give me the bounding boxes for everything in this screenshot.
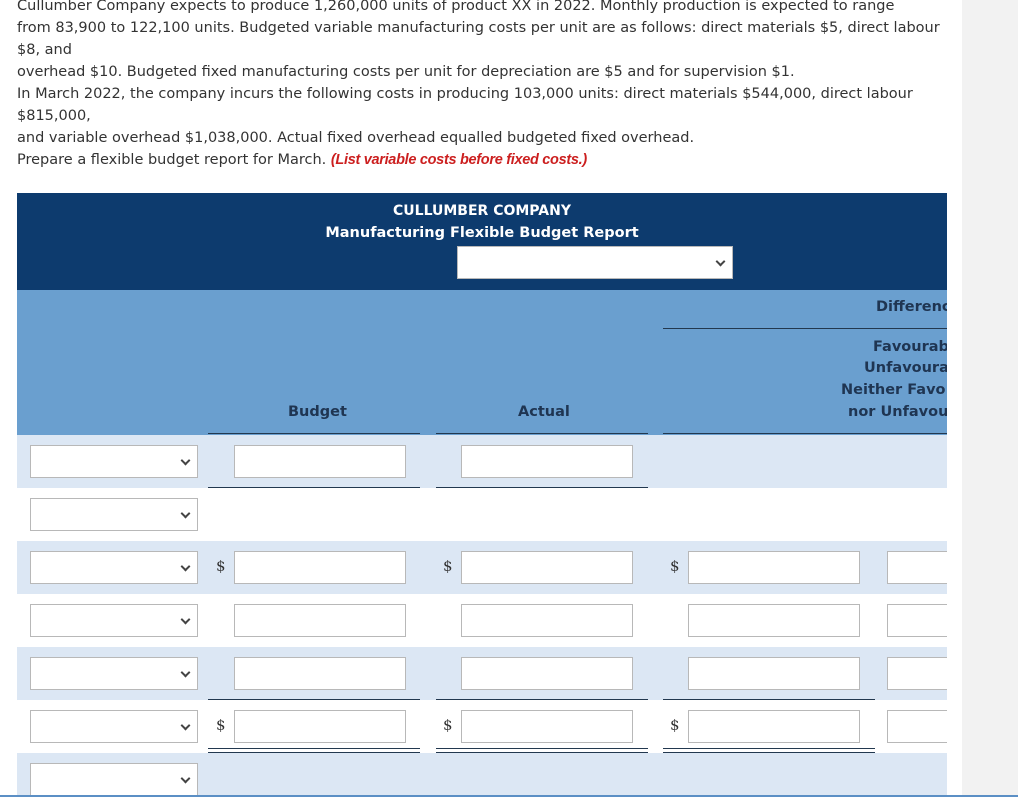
period-select[interactable] [457,246,733,279]
account-select[interactable] [30,604,198,637]
budget-input[interactable] [234,604,406,637]
currency-sign: $ [670,557,680,575]
instruction: Prepare a flexible budget report for Mar… [17,152,327,168]
budget-input[interactable] [234,445,406,478]
report-header: CULLUMBER COMPANY Manufacturing Flexible… [17,193,947,290]
budget-input[interactable] [234,551,406,584]
account-select[interactable] [30,763,198,796]
table-row [17,647,947,700]
actual-input[interactable] [461,551,633,584]
problem-text-1: Cullumber Company expects to produce 1,2… [17,0,952,83]
col-fav-label-3: Neither Favo [841,382,946,398]
chevron-down-icon [180,614,191,624]
favourability-select[interactable] [887,710,947,743]
table-row [17,753,947,797]
col-fav-label-1: Favourab [873,339,947,355]
instruction-text: Prepare a flexible budget report for Mar… [17,149,952,171]
instruction-hint: (List variable costs before fixed costs.… [330,152,587,168]
account-select[interactable] [30,445,198,478]
col-actual-label: Actual [518,404,570,420]
account-select[interactable] [30,551,198,584]
chevron-down-icon [180,508,191,518]
actual-input[interactable] [461,604,633,637]
chevron-down-icon [180,561,191,571]
problem-line: In March 2022, the company incurs the fo… [17,86,913,124]
flexible-budget-report: CULLUMBER COMPANY Manufacturing Flexible… [17,193,947,797]
actual-input[interactable] [461,657,633,690]
col-difference-label: Differenc [876,299,947,315]
currency-sign: $ [216,716,226,734]
table-row [17,594,947,647]
problem-text-2: In March 2022, the company incurs the fo… [17,83,952,149]
budget-header-underline [208,433,420,434]
favourability-select[interactable] [887,657,947,690]
chevron-down-icon [180,773,191,783]
chevron-down-icon [180,455,191,465]
budget-input[interactable] [234,657,406,690]
table-row: $ $ $ [17,700,947,753]
difference-input[interactable] [688,657,860,690]
difference-input[interactable] [688,604,860,637]
col-budget-label: Budget [288,404,347,420]
actual-input[interactable] [461,445,633,478]
column-header-bar [17,290,947,435]
actual-header-underline [436,433,648,434]
favourability-select[interactable] [887,551,947,584]
favourability-select[interactable] [887,604,947,637]
difference-underline [663,328,947,329]
account-select[interactable] [30,498,198,531]
problem-line: Cullumber Company expects to produce 1,2… [17,0,895,14]
table-row: $ $ $ [17,541,947,594]
actual-input[interactable] [461,710,633,743]
problem-line: from 83,900 to 122,100 units. Budgeted v… [17,20,940,58]
col-fav-label-2: Unfavoura [864,360,947,376]
col-fav-label-4: nor Unfavou [848,404,947,420]
account-select[interactable] [30,710,198,743]
budget-input[interactable] [234,710,406,743]
report-title: Manufacturing Flexible Budget Report [325,225,639,241]
currency-sign: $ [443,716,453,734]
chevron-down-icon [180,667,191,677]
problem-line: overhead $10. Budgeted fixed manufacturi… [17,64,795,80]
chevron-down-icon [715,256,726,266]
table-row [17,435,947,488]
difference-input[interactable] [688,551,860,584]
table-row [17,488,947,541]
currency-sign: $ [443,557,453,575]
account-select[interactable] [30,657,198,690]
chevron-down-icon [180,720,191,730]
right-gutter [962,0,1018,797]
problem-line: and variable overhead $1,038,000. Actual… [17,130,695,146]
currency-sign: $ [670,716,680,734]
difference-header-underline [663,433,947,434]
company-name: CULLUMBER COMPANY [393,203,571,219]
difference-input[interactable] [688,710,860,743]
currency-sign: $ [216,557,226,575]
